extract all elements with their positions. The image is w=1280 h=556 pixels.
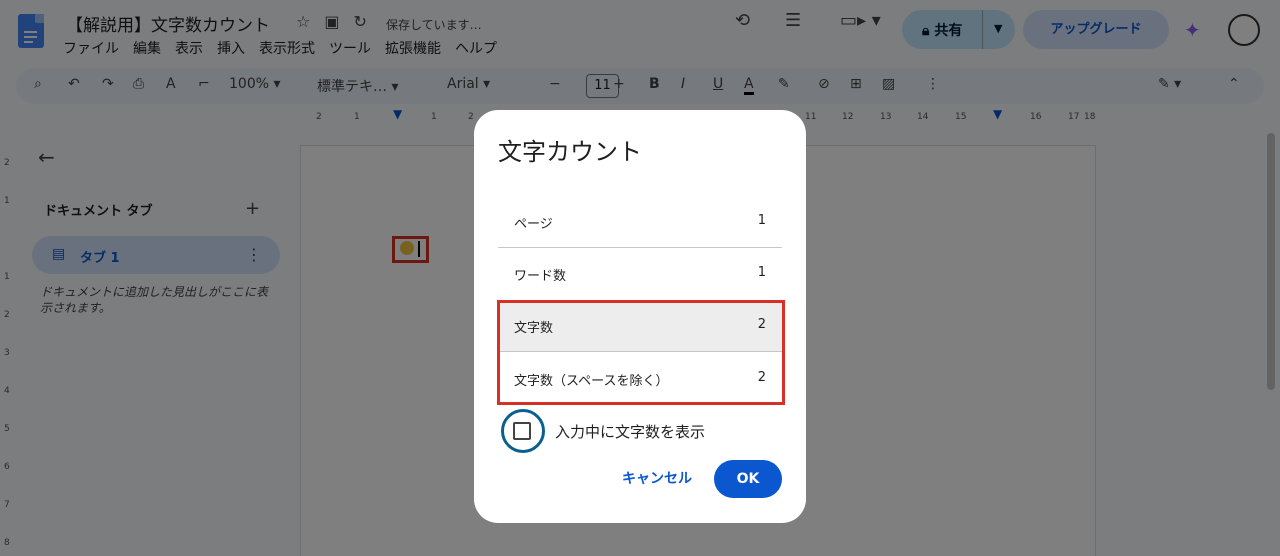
character-count-highlight-frame xyxy=(497,300,785,405)
ok-button[interactable]: OK xyxy=(714,460,782,498)
stat-row-pages: ページ 1 xyxy=(498,196,782,248)
dialog-title: 文字カウント xyxy=(498,138,642,166)
show-count-while-typing-checkbox[interactable] xyxy=(513,422,531,440)
checkbox-label[interactable]: 入力中に文字数を表示 xyxy=(555,421,705,442)
cancel-button[interactable]: キャンセル xyxy=(616,460,698,498)
stat-row-words: ワード数 1 xyxy=(514,265,766,284)
